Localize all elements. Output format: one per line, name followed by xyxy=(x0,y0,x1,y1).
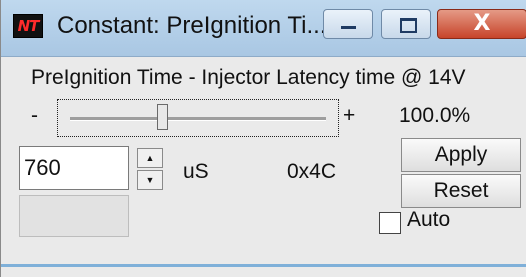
spin-up-button[interactable]: ▲ xyxy=(137,148,163,168)
units-label: uS xyxy=(183,160,209,183)
reset-button[interactable]: Reset xyxy=(401,174,521,208)
minimize-button[interactable] xyxy=(323,9,373,39)
secondary-value-box xyxy=(19,195,129,237)
app-logo-text: NT xyxy=(17,17,40,35)
slider-thumb[interactable] xyxy=(156,104,168,130)
close-button[interactable]: X xyxy=(437,9,526,39)
constant-description: PreIgnition Time - Injector Latency time… xyxy=(31,66,466,89)
up-arrow-icon: ▲ xyxy=(145,153,155,163)
title-bar[interactable]: NT Constant: PreIgnition Ti... X xyxy=(1,0,526,57)
hex-value: 0x4C xyxy=(287,160,337,183)
percent-readout: 100.0% xyxy=(399,104,471,127)
slider-min-label: - xyxy=(31,104,38,127)
window-title: Constant: PreIgnition Ti... xyxy=(57,12,327,39)
constant-editor-window: NT Constant: PreIgnition Ti... X PreIgni… xyxy=(0,0,526,277)
close-icon: X xyxy=(473,11,491,36)
down-arrow-icon: ▼ xyxy=(145,175,155,185)
slider-track[interactable] xyxy=(70,117,326,121)
minimize-icon xyxy=(341,26,356,29)
slider-max-label: + xyxy=(343,104,356,127)
maximize-button[interactable] xyxy=(381,9,431,39)
app-logo-icon: NT xyxy=(13,14,43,38)
auto-label[interactable]: Auto xyxy=(407,208,450,232)
value-input[interactable] xyxy=(19,146,129,190)
bottom-border xyxy=(1,264,526,267)
auto-checkbox[interactable] xyxy=(379,212,401,234)
maximize-icon xyxy=(400,18,417,33)
spin-down-button[interactable]: ▼ xyxy=(137,170,163,190)
apply-button[interactable]: Apply xyxy=(401,138,521,172)
value-slider[interactable] xyxy=(57,99,339,137)
